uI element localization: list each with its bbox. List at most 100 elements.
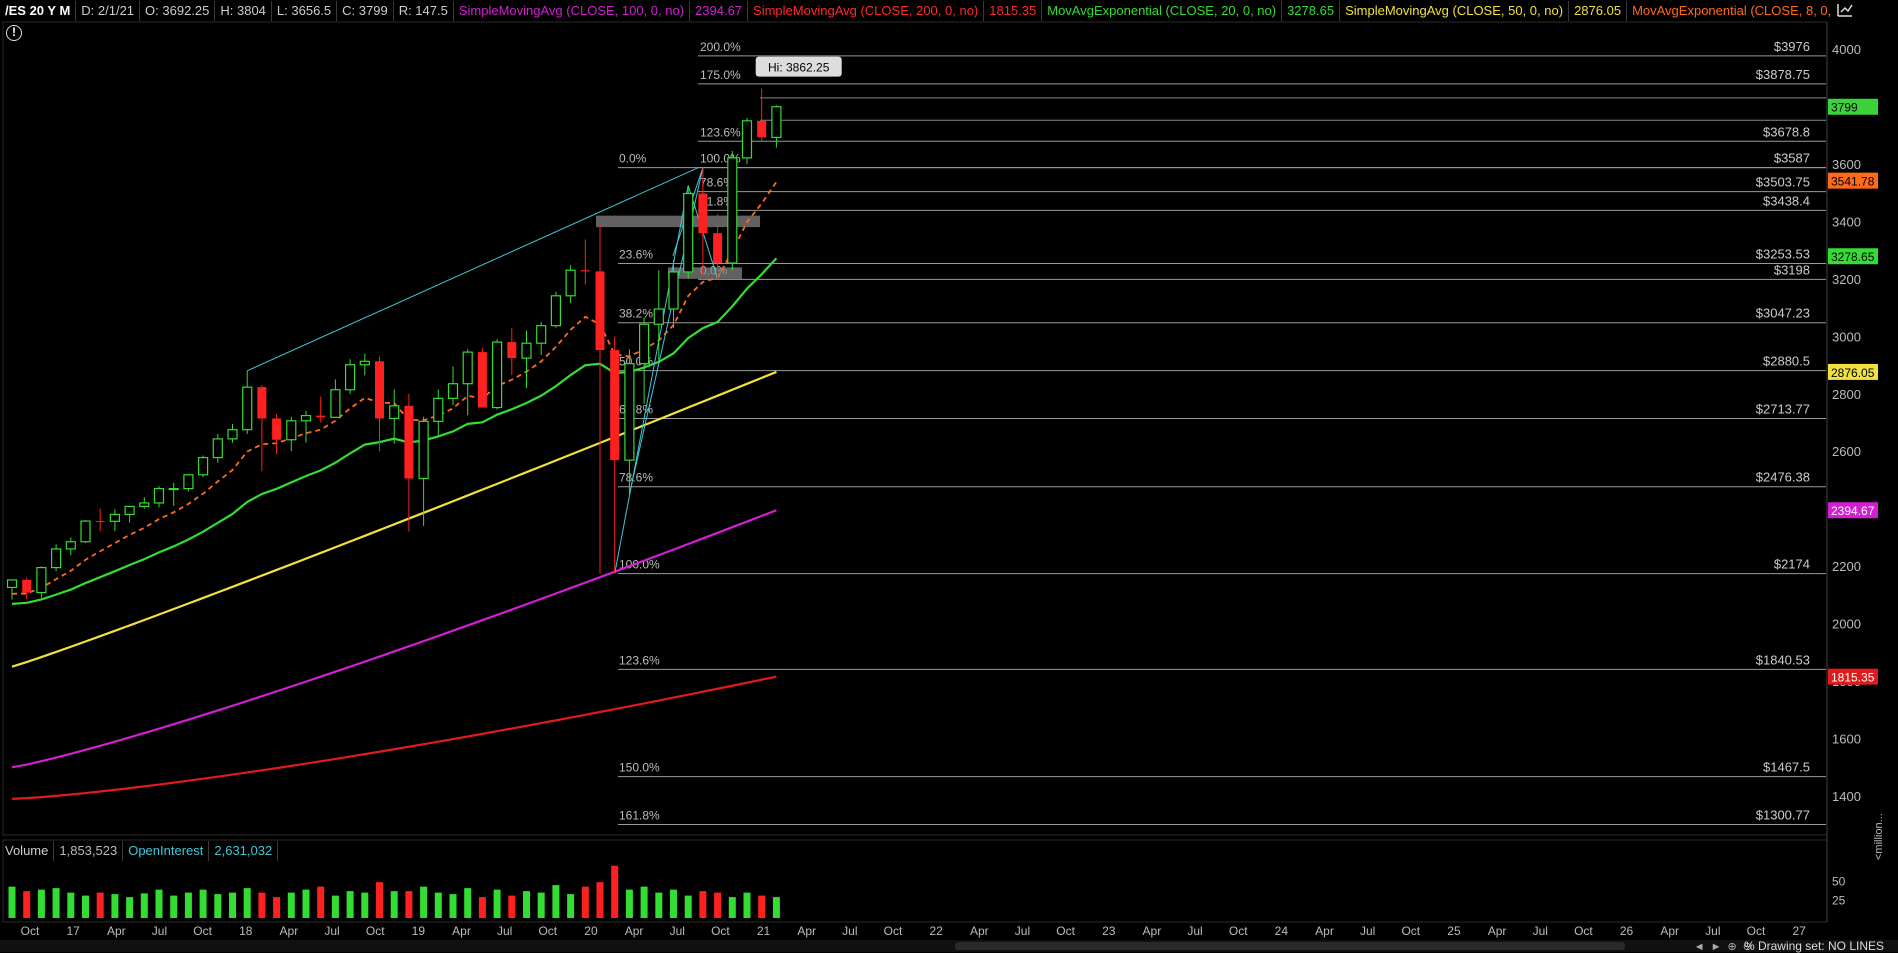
candle-body	[521, 342, 532, 359]
candle-body	[124, 505, 135, 516]
x-tick-label: Jul	[1187, 924, 1202, 938]
volume-bar	[302, 889, 310, 918]
candle-body	[507, 342, 517, 359]
volume-bar	[37, 889, 45, 918]
candle-body	[375, 361, 384, 419]
scrollbar-thumb[interactable]	[955, 942, 1625, 950]
volume-bar	[361, 892, 369, 918]
price-tag-label: 1815.35	[1831, 671, 1875, 685]
fib-percent-label: 123.6%	[700, 125, 741, 139]
volume-label[interactable]: Volume	[0, 841, 55, 861]
volume-tick-label: 25	[1832, 893, 1846, 907]
x-tick-label: Oct	[366, 924, 385, 938]
x-tick-label: Jul	[1533, 924, 1548, 938]
volume-bar	[699, 891, 707, 918]
x-tick-label: Jul	[324, 924, 339, 938]
candle-body	[771, 106, 782, 139]
volume-bar	[552, 885, 560, 918]
y-tick-label: 1600	[1832, 732, 1861, 747]
fib-percent-label: 200.0%	[700, 40, 741, 54]
candle-body	[36, 566, 47, 594]
volume-bar	[567, 894, 575, 918]
zoom-label[interactable]: %	[1744, 939, 1755, 953]
candle-body	[168, 487, 179, 491]
x-tick-label: Oct	[884, 924, 903, 938]
volume-bar	[625, 889, 633, 918]
x-tick-label: Apr	[797, 924, 816, 938]
price-chart[interactable]: 1400160018002000220024002600280030003200…	[0, 0, 1898, 952]
x-tick-label: Jul	[497, 924, 512, 938]
volume-bar	[273, 897, 281, 918]
open-interest-label[interactable]: OpenInterest	[123, 841, 210, 861]
fib-price-label: $3678.8	[1763, 124, 1810, 139]
candle-body	[580, 270, 590, 272]
x-tick-label: Apr	[107, 924, 126, 938]
price-tag-label: 3541.78	[1831, 175, 1875, 189]
candle-body	[624, 363, 635, 461]
y-tick-label: 2600	[1832, 444, 1861, 459]
volume-bar	[170, 895, 178, 918]
candle-body	[595, 271, 605, 351]
candle-body	[300, 415, 312, 422]
fib-percent-label: 23.6%	[619, 247, 653, 261]
y-tick-label: 3600	[1832, 157, 1861, 172]
candle-body	[6, 579, 18, 589]
candle-body	[550, 295, 562, 327]
y-tick-label: 3400	[1832, 214, 1861, 229]
x-tick-label: 24	[1275, 924, 1289, 938]
y-tick-label: 1400	[1832, 789, 1861, 804]
candle-body	[741, 120, 753, 159]
x-tick-label: 17	[66, 924, 80, 938]
fib-price-label: $1467.5	[1763, 760, 1810, 775]
volume-bar	[596, 882, 604, 918]
candle-body	[198, 456, 209, 476]
volume-bar	[258, 892, 266, 918]
y-tick-label: 2200	[1832, 559, 1861, 574]
volume-bar	[772, 897, 780, 918]
x-tick-label: Jul	[1360, 924, 1375, 938]
volume-value: 1,853,523	[54, 841, 124, 861]
volume-bar	[493, 889, 501, 918]
x-tick-label: 25	[1447, 924, 1461, 938]
fib-price-label: $3047.23	[1756, 306, 1810, 321]
volume-bar	[331, 895, 339, 918]
candle-body	[183, 474, 194, 490]
volume-bar	[728, 897, 736, 918]
price-tag-label: 2394.67	[1831, 504, 1875, 518]
candle-body	[212, 438, 223, 459]
x-tick-label: Oct	[1574, 924, 1593, 938]
x-tick-label: Oct	[1056, 924, 1075, 938]
ema8-line	[11, 181, 778, 595]
x-tick-label: 21	[757, 924, 771, 938]
x-tick-label: Oct	[21, 924, 40, 938]
volume-unit-label: <million...	[1873, 813, 1885, 860]
candle-body	[345, 364, 356, 391]
candle-body	[683, 192, 694, 273]
fib-price-label: $3438.4	[1763, 193, 1810, 208]
candle-body	[638, 323, 650, 365]
volume-bar	[96, 892, 104, 918]
volume-bar	[537, 892, 545, 918]
fib-percent-label: 0.0%	[619, 152, 647, 166]
fib-price-label: $3253.53	[1756, 246, 1810, 261]
candle-body	[698, 193, 708, 234]
fib-percent-label: 100.0%	[619, 558, 660, 572]
volume-bar	[640, 886, 648, 918]
drawing-set-label[interactable]: % Drawing set: NO LINES	[1744, 939, 1884, 953]
y-tick-label: 3200	[1832, 272, 1861, 287]
fib-percent-label: 123.6%	[619, 653, 660, 667]
volume-bar	[508, 895, 516, 918]
candle-body	[668, 271, 679, 310]
volume-bar	[670, 889, 677, 918]
fib-percent-label: 175.0%	[700, 68, 741, 82]
price-tag-label: 3799	[1831, 101, 1858, 115]
candle-body	[359, 360, 370, 366]
fib-price-label: $2880.5	[1763, 354, 1810, 369]
x-tick-label: Oct	[1229, 924, 1248, 938]
candle-body	[272, 418, 282, 440]
fib-price-label: $2476.38	[1756, 470, 1810, 485]
fib-price-label: $3503.75	[1756, 175, 1810, 190]
candle-body	[447, 383, 459, 399]
volume-bar	[390, 891, 398, 918]
x-tick-label: Oct	[193, 924, 212, 938]
